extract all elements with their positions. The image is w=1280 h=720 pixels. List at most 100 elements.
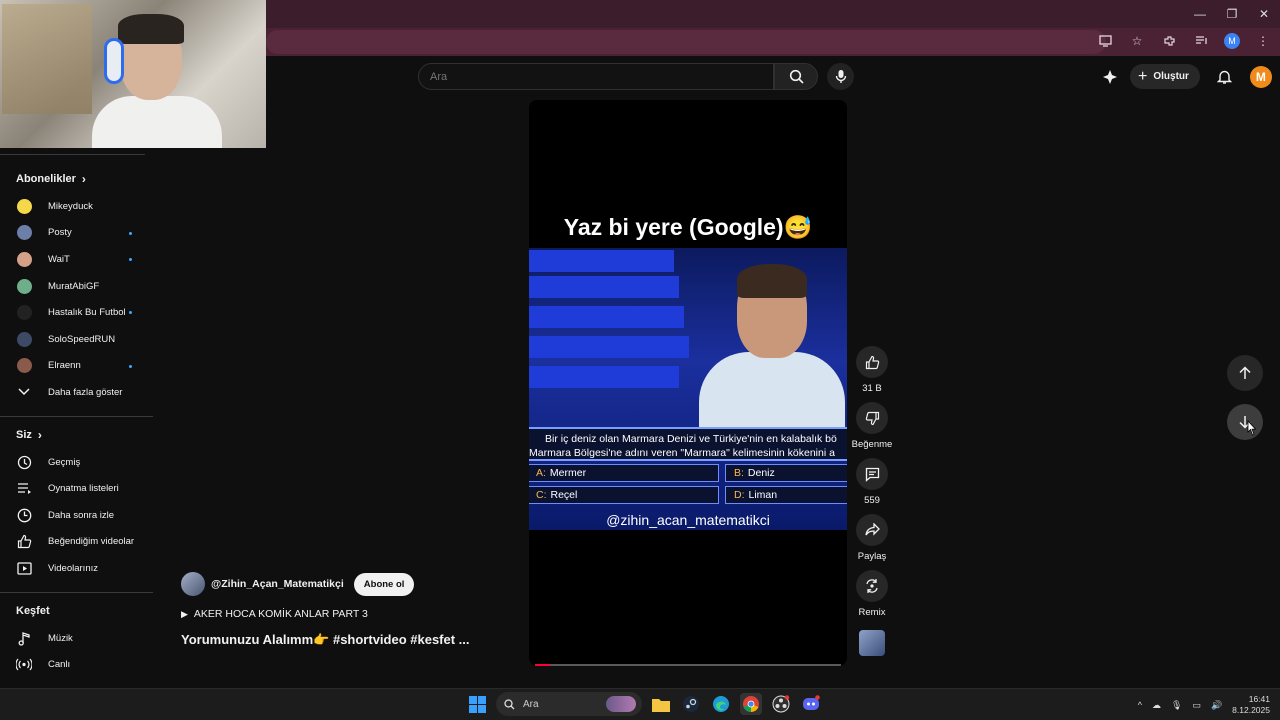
remix-button[interactable] bbox=[856, 570, 888, 602]
shorts-video-player[interactable]: Yaz bi yere (Google)😅 Bir iç deniz olan … bbox=[529, 100, 847, 666]
sidebar-item-channel[interactable]: Elraenn bbox=[0, 353, 153, 380]
sidebar-item-channel[interactable]: Mikeyduck bbox=[0, 193, 153, 220]
remix-icon bbox=[866, 579, 878, 593]
obs-studio-icon[interactable] bbox=[770, 693, 792, 715]
you-heading[interactable]: Siz › bbox=[0, 421, 153, 449]
search-icon bbox=[789, 69, 804, 84]
channel-avatar bbox=[16, 331, 32, 347]
voice-search-button[interactable] bbox=[827, 63, 854, 90]
kebab-menu-icon[interactable]: ⋮ bbox=[1254, 32, 1272, 50]
show-more-button[interactable]: Daha fazla göster bbox=[0, 379, 153, 406]
channel-name: Posty bbox=[48, 227, 72, 239]
volume-icon[interactable]: 🔊 bbox=[1211, 700, 1222, 711]
create-label: Oluştur bbox=[1153, 71, 1189, 82]
system-tray: ^ ☁ 🎙 ▭ 🔊 16:41 8.12.2025 bbox=[1138, 694, 1270, 716]
microphone-icon[interactable]: 🎙 bbox=[1171, 700, 1182, 711]
media-controls-icon[interactable] bbox=[1192, 32, 1210, 50]
sidebar-item-watch-later[interactable]: Daha sonra izle bbox=[0, 502, 153, 529]
sidebar-item-history[interactable]: Geçmiş bbox=[0, 449, 153, 476]
taskbar-search[interactable]: Ara bbox=[496, 692, 642, 716]
dislike-button[interactable] bbox=[856, 402, 888, 434]
studio-light-bar bbox=[529, 336, 689, 358]
sidebar-item-label: Canlı bbox=[48, 659, 71, 671]
bookmark-star-icon[interactable]: ☆ bbox=[1128, 32, 1146, 50]
sidebar-item-channel[interactable]: WaiT bbox=[0, 246, 153, 273]
sidebar: Abonelikler › Mikeyduck Posty WaiT MuratAbi… bbox=[0, 148, 153, 688]
sidebar-item-label: Daha sonra izle bbox=[48, 509, 115, 521]
browser-profile-avatar[interactable]: M bbox=[1224, 33, 1240, 49]
windows-start-icon[interactable] bbox=[466, 693, 488, 715]
clock-date: 8.12.2025 bbox=[1232, 705, 1270, 715]
answer-option-c: C: Reçel bbox=[529, 486, 719, 504]
channel-avatar bbox=[16, 225, 32, 241]
steam-icon[interactable] bbox=[680, 693, 702, 715]
sidebar-item-liked-videos[interactable]: Beğendiğim videolar bbox=[0, 529, 153, 556]
clock-icon bbox=[16, 507, 32, 523]
ai-sparkle-icon[interactable] bbox=[1100, 67, 1120, 87]
file-explorer-icon[interactable] bbox=[650, 693, 672, 715]
close-button[interactable]: ✕ bbox=[1248, 0, 1280, 28]
sidebar-item-music[interactable]: Müzik bbox=[0, 625, 153, 652]
search-input[interactable] bbox=[419, 64, 773, 89]
question-box: Bir iç deniz olan Marmara Denizi ve Türk… bbox=[529, 427, 847, 461]
mouse-pointer-icon bbox=[1247, 420, 1256, 436]
channel-avatar-image bbox=[16, 225, 32, 241]
sidebar-item-live[interactable]: Canlı bbox=[0, 651, 153, 678]
explore-heading: Keşfet bbox=[0, 597, 153, 625]
channel-name[interactable]: @Zihin_Açan_Matematikçi bbox=[211, 578, 344, 590]
like-button[interactable] bbox=[856, 346, 888, 378]
taskbar-search-label: Ara bbox=[523, 698, 539, 710]
playlist-link[interactable]: ▶ AKER HOCA KOMİK ANLAR PART 3 bbox=[181, 608, 521, 620]
restore-button[interactable]: ❐ bbox=[1216, 0, 1248, 28]
thumbs-up-icon bbox=[16, 534, 32, 550]
share-button[interactable] bbox=[856, 514, 888, 546]
channel-avatar[interactable] bbox=[181, 572, 205, 596]
dislike-label: Beğenme bbox=[851, 439, 893, 450]
extensions-icon[interactable] bbox=[1160, 32, 1178, 50]
notifications-bell-icon[interactable] bbox=[1210, 66, 1240, 88]
cast-icon[interactable] bbox=[1096, 32, 1114, 50]
chrome-browser-icon[interactable] bbox=[740, 693, 762, 715]
sidebar-item-your-videos[interactable]: Videolarınız bbox=[0, 555, 153, 582]
sound-thumbnail[interactable] bbox=[859, 630, 885, 656]
channel-avatar bbox=[16, 198, 32, 214]
discord-icon[interactable] bbox=[800, 693, 822, 715]
you-title: Siz bbox=[16, 428, 32, 441]
progress-track[interactable] bbox=[535, 664, 841, 666]
onedrive-cloud-icon[interactable]: ☁ bbox=[1152, 700, 1161, 711]
account-avatar[interactable]: M bbox=[1249, 65, 1272, 88]
tab-strip[interactable] bbox=[266, 0, 1166, 28]
search-button[interactable] bbox=[774, 63, 818, 90]
video-title[interactable]: Yorumunuzu Alalımm👉 #shortvideo #kesfet … bbox=[181, 632, 521, 648]
sidebar-item-channel[interactable]: SoloSpeedRUN bbox=[0, 326, 153, 353]
create-button[interactable]: + Oluştur bbox=[1130, 64, 1200, 89]
chevron-up-icon[interactable]: ^ bbox=[1138, 700, 1142, 710]
minimize-button[interactable]: — bbox=[1184, 0, 1216, 28]
address-bar[interactable] bbox=[266, 30, 1106, 54]
subscriptions-heading[interactable]: Abonelikler › bbox=[0, 165, 153, 193]
search-field[interactable] bbox=[418, 63, 774, 90]
channel-avatar bbox=[16, 251, 32, 267]
channel-avatar-image bbox=[16, 305, 32, 321]
taskbar-clock[interactable]: 16:41 8.12.2025 bbox=[1232, 694, 1270, 716]
sidebar-item-channel[interactable]: MuratAbiGF bbox=[0, 273, 153, 300]
previous-short-button[interactable] bbox=[1227, 355, 1263, 391]
display-icon[interactable]: ▭ bbox=[1192, 700, 1201, 711]
comments-button[interactable] bbox=[856, 458, 888, 490]
sidebar-item-channel[interactable]: Posty bbox=[0, 220, 153, 247]
sidebar-item-playlists[interactable]: Oynatma listeleri bbox=[0, 475, 153, 502]
windows-taskbar: Ara ^ ☁ 🎙 ▭ 🔊 16:41 8.12.2025 bbox=[0, 688, 1280, 720]
subscribe-button[interactable]: Abone ol bbox=[353, 572, 415, 596]
sidebar-item-channel[interactable]: Hastalık Bu Futbol bbox=[0, 299, 153, 326]
playlist-title: AKER HOCA KOMİK ANLAR PART 3 bbox=[193, 608, 368, 620]
chevron-down-icon bbox=[16, 384, 32, 400]
sidebar-item-label: Videolarınız bbox=[48, 562, 98, 574]
progress-fill bbox=[535, 664, 551, 666]
channel-avatar-image bbox=[16, 251, 32, 267]
channel-name: MuratAbiGF bbox=[48, 280, 100, 292]
next-short-button[interactable] bbox=[1227, 404, 1263, 440]
sidebar-divider bbox=[0, 415, 153, 417]
search-highlight-badge bbox=[606, 696, 636, 712]
remix-label: Remix bbox=[858, 607, 886, 618]
edge-browser-icon[interactable] bbox=[710, 693, 732, 715]
